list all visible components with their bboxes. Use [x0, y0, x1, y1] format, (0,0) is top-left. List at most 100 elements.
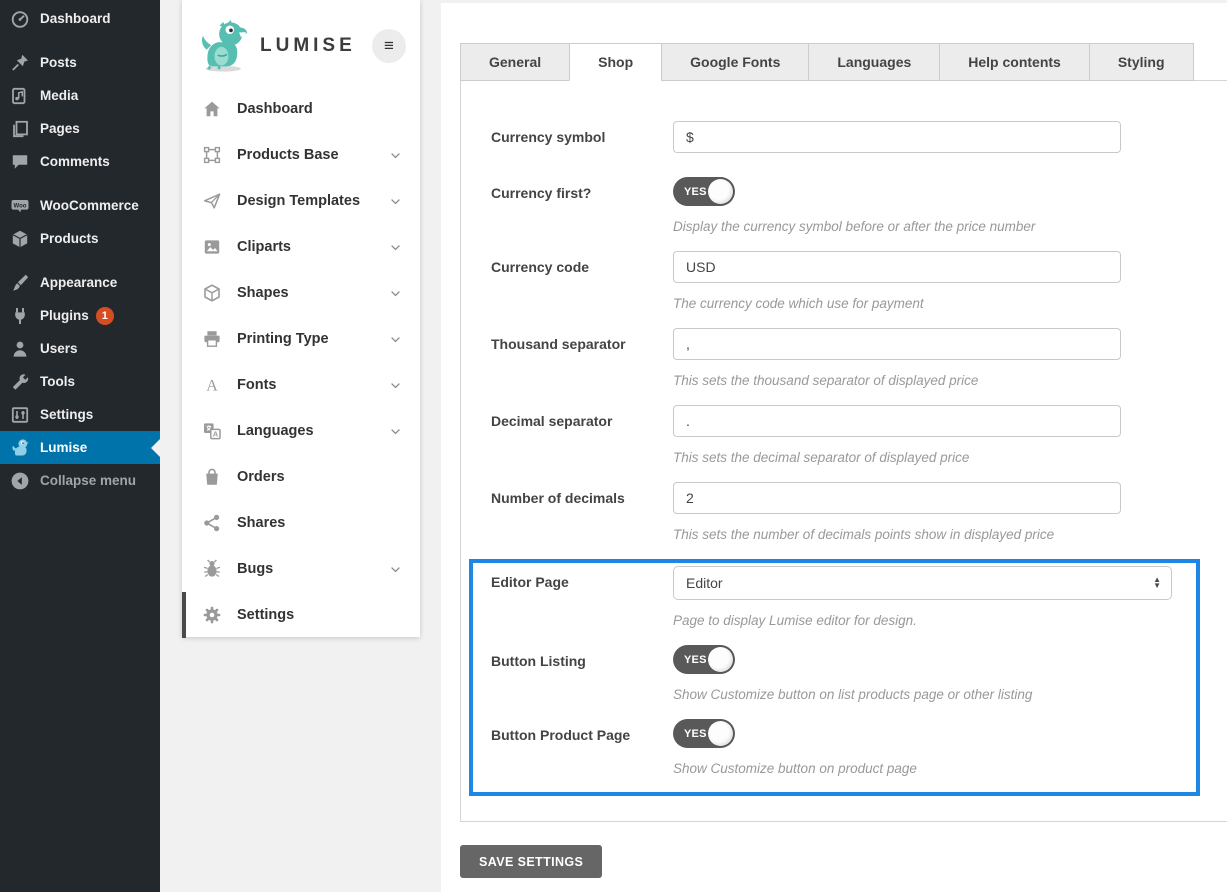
- lumise-menu: Dashboard Products Base Design Templates…: [182, 86, 420, 638]
- hamburger-menu-button[interactable]: ≡: [372, 29, 406, 63]
- tab[interactable]: Shop: [569, 43, 662, 81]
- toggle-switch[interactable]: YES: [673, 177, 735, 206]
- wp-menu-item-label: Appearance: [40, 275, 117, 290]
- lumise-menu-item[interactable]: Printing Type: [182, 316, 420, 362]
- wp-menu-item[interactable]: Comments: [0, 145, 160, 178]
- field-label: Thousand separator: [491, 328, 673, 388]
- field-label: Number of decimals: [491, 482, 673, 542]
- tab[interactable]: General: [460, 43, 570, 81]
- lumise-menu-item[interactable]: Design Templates: [182, 178, 420, 224]
- plug-icon: [10, 306, 30, 326]
- tab[interactable]: Styling: [1089, 43, 1194, 81]
- wp-menu-item[interactable]: Products: [0, 222, 160, 255]
- toggle-switch[interactable]: YES: [673, 645, 735, 674]
- svg-text:Woo: Woo: [14, 203, 27, 209]
- text-input[interactable]: [673, 482, 1121, 514]
- home-icon: [202, 99, 224, 119]
- lumise-menu-item[interactable]: Orders: [182, 454, 420, 500]
- field-help-text: This sets the thousand separator of disp…: [673, 373, 1227, 388]
- chevron-down-icon: [389, 287, 402, 300]
- select-dropdown[interactable]: Editor ▲▼: [673, 566, 1172, 600]
- lumise-menu-item[interactable]: Settings: [182, 592, 420, 638]
- wp-menu-item[interactable]: Media: [0, 79, 160, 112]
- wp-menu-item[interactable]: Collapse menu: [0, 464, 160, 497]
- wp-menu-item-label: Users: [40, 341, 78, 356]
- tab-label: Help contents: [968, 54, 1061, 70]
- pushpin-icon: [10, 53, 30, 73]
- wp-menu-item[interactable]: Settings: [0, 398, 160, 431]
- comment-bubble-icon: [10, 152, 30, 172]
- chevron-down-icon: [389, 563, 402, 576]
- lumise-menu-item[interactable]: Bugs: [182, 546, 420, 592]
- text-input[interactable]: [673, 251, 1121, 283]
- printer-icon: [202, 329, 224, 349]
- wrench-icon: [10, 372, 30, 392]
- tab-label: Styling: [1118, 54, 1165, 70]
- lumise-menu-item[interactable]: Cliparts: [182, 224, 420, 270]
- wp-menu-item[interactable]: Dashboard: [0, 2, 160, 35]
- paintbrush-icon: [10, 273, 30, 293]
- wp-menu-item-label: Pages: [40, 121, 80, 136]
- field-help-text: The currency code which use for payment: [673, 296, 1227, 311]
- lumise-menu-item[interactable]: Products Base: [182, 132, 420, 178]
- wp-menu-item-label: Lumise: [40, 440, 87, 455]
- wp-menu-item[interactable]: Users: [0, 332, 160, 365]
- form-row: Number of decimals This sets the number …: [461, 482, 1227, 542]
- lumise-menu-item-label: Shares: [237, 515, 285, 531]
- lumise-menu-item[interactable]: Shapes: [182, 270, 420, 316]
- lumise-menu-item-label: Printing Type: [237, 331, 329, 347]
- form-row: Button Product Page YES Show Customize b…: [491, 719, 1196, 776]
- lumise-brand-row: LUMISE ≡: [182, 0, 420, 86]
- lumise-dino-icon: [10, 438, 30, 458]
- collapse-arrow-icon: [10, 471, 30, 491]
- toggle-state-label: YES: [684, 728, 707, 740]
- wp-menu-item-label: Collapse menu: [40, 473, 136, 488]
- lumise-menu-item[interactable]: A Fonts: [182, 362, 420, 408]
- tab[interactable]: Languages: [808, 43, 940, 81]
- wp-menu-item-label: Posts: [40, 55, 77, 70]
- wp-menu-item-label: Products: [40, 231, 99, 246]
- form-rows: Currency symbol Currency first? YES Disp…: [461, 121, 1227, 542]
- field-help-text: This sets the number of decimals points …: [673, 527, 1227, 542]
- tab[interactable]: Help contents: [939, 43, 1090, 81]
- chevron-down-icon: [389, 241, 402, 254]
- wp-menu-item[interactable]: Lumise: [0, 431, 160, 464]
- wp-menu-item[interactable]: Pages: [0, 112, 160, 145]
- svg-text:A: A: [206, 378, 218, 395]
- field-label: Currency symbol: [491, 121, 673, 153]
- wp-menu-item[interactable]: Posts: [0, 46, 160, 79]
- settings-tabs: General Shop Google Fonts Languages Help…: [460, 43, 1227, 81]
- dashboard-gauge-icon: [10, 9, 30, 29]
- wp-menu-item-label: Comments: [40, 154, 110, 169]
- wp-menu-item[interactable]: Plugins 1: [0, 299, 160, 332]
- wp-menu-item-label: Dashboard: [40, 11, 111, 26]
- wp-menu-item[interactable]: Tools: [0, 365, 160, 398]
- lumise-menu-item-label: Orders: [237, 469, 285, 485]
- tab[interactable]: Google Fonts: [661, 43, 809, 81]
- text-input[interactable]: [673, 405, 1121, 437]
- wp-menu-item-label: Settings: [40, 407, 93, 422]
- lumise-menu-item-label: Languages: [237, 423, 314, 439]
- shop-tab-content: Currency symbol Currency first? YES Disp…: [460, 80, 1227, 822]
- lumise-menu-item[interactable]: Dashboard: [182, 86, 420, 132]
- form-row: Editor Page Editor ▲▼ Page to display Lu…: [491, 566, 1196, 628]
- image-icon: [202, 237, 224, 257]
- media-icon: [10, 86, 30, 106]
- field-help-text: Page to display Lumise editor for design…: [673, 613, 1196, 628]
- tab-label: Languages: [837, 54, 911, 70]
- product-box-icon: [10, 229, 30, 249]
- svg-text:A: A: [213, 429, 219, 438]
- paper-plane-icon: [202, 191, 224, 211]
- toggle-switch[interactable]: YES: [673, 719, 735, 748]
- lumise-menu-item[interactable]: Shares: [182, 500, 420, 546]
- lumise-menu-item[interactable]: A Languages: [182, 408, 420, 454]
- text-input[interactable]: [673, 328, 1121, 360]
- shopping-bag-icon: [202, 467, 224, 487]
- text-input[interactable]: [673, 121, 1121, 153]
- form-row: Currency first? YES Display the currency…: [461, 177, 1227, 234]
- pages-icon: [10, 119, 30, 139]
- toggle-knob: [708, 179, 733, 204]
- save-settings-button[interactable]: SAVE SETTINGS: [460, 845, 602, 878]
- wp-menu-item[interactable]: Appearance: [0, 266, 160, 299]
- wp-menu-item[interactable]: Woo WooCommerce: [0, 189, 160, 222]
